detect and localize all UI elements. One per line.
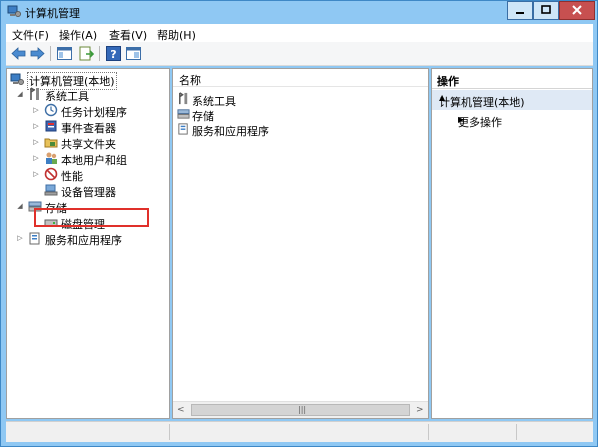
- close-button[interactable]: [559, 1, 595, 20]
- column-header-name[interactable]: 名称: [173, 69, 428, 87]
- performance-icon: [44, 167, 58, 181]
- expand-icon[interactable]: ▷: [16, 234, 24, 242]
- expand-icon[interactable]: ▷: [32, 138, 40, 146]
- show-hide-action-pane-icon[interactable]: [125, 45, 142, 62]
- shared-folder-icon: [44, 138, 58, 148]
- tree-item-local-users[interactable]: ▷ 本地用户和组: [32, 151, 164, 167]
- scroll-thumb[interactable]: |||: [191, 404, 410, 416]
- tree-item-device-manager[interactable]: 设备管理器: [44, 183, 164, 199]
- tree-item-event-viewer[interactable]: ▷ 事件查看器: [32, 119, 164, 135]
- tools-icon: [179, 92, 188, 105]
- expand-icon[interactable]: ▷: [32, 154, 40, 162]
- maximize-button[interactable]: [533, 1, 559, 20]
- tree-label: 设备管理器: [61, 186, 116, 199]
- tree-label: 性能: [61, 170, 83, 183]
- tree-label: 共享文件夹: [61, 138, 116, 151]
- tree-item-shared-folders[interactable]: ▷ 共享文件夹: [32, 135, 164, 151]
- tree-label: 本地用户和组: [61, 154, 127, 167]
- expand-icon[interactable]: ▷: [32, 106, 40, 114]
- window-title: 计算机管理: [25, 7, 80, 20]
- computer-management-icon: [10, 73, 24, 85]
- services-icon: [29, 232, 40, 245]
- computer-management-window: 计算机管理 文件(F) 操作(A) 查看(V) 帮助(H) ? 计算机管理(本地…: [0, 0, 598, 447]
- collapse-icon[interactable]: ◢: [16, 202, 24, 210]
- forward-icon[interactable]: [29, 45, 46, 62]
- console-tree: 计算机管理(本地) ◢ 系统工具 ▷ 任务计划程序 ▷ 事件查看器 ▷ 共享文件…: [6, 68, 170, 419]
- users-icon: [46, 152, 57, 164]
- actions-section-computer-management[interactable]: 计算机管理(本地) ▲: [432, 90, 592, 110]
- export-list-icon[interactable]: [78, 45, 95, 62]
- title-bar[interactable]: 计算机管理: [1, 1, 597, 23]
- show-hide-console-tree-icon[interactable]: [56, 45, 73, 62]
- scroll-left-icon[interactable]: <: [177, 405, 187, 415]
- submenu-arrow-icon: ▶: [458, 115, 465, 124]
- highlight-box: [34, 208, 149, 227]
- results-list: 名称 系统工具 存储 服务和应用程序 < ||| >: [172, 68, 429, 419]
- computer-management-icon: [7, 5, 21, 17]
- menu-action[interactable]: 操作(A): [59, 27, 97, 43]
- device-manager-icon: [44, 184, 58, 196]
- horizontal-scrollbar[interactable]: < ||| >: [173, 401, 428, 418]
- tools-icon: [30, 87, 39, 100]
- back-icon[interactable]: [10, 45, 27, 62]
- svg-text:?: ?: [110, 48, 116, 61]
- help-icon[interactable]: ?: [105, 45, 122, 62]
- status-bar: [6, 421, 593, 442]
- clock-icon: [44, 103, 58, 117]
- menu-bar: 文件(F) 操作(A) 查看(V) 帮助(H): [6, 24, 593, 42]
- tree-label: 任务计划程序: [61, 106, 127, 119]
- toolbar: ?: [6, 42, 593, 66]
- list-item-storage[interactable]: 存储: [177, 107, 417, 123]
- minimize-button[interactable]: [507, 1, 533, 20]
- tree-item-system-tools[interactable]: ◢ 系统工具: [16, 87, 164, 103]
- actions-pane: 操作 计算机管理(本地) ▲ 更多操作 ▶: [431, 68, 593, 419]
- expand-icon[interactable]: ▷: [32, 122, 40, 130]
- collapse-icon[interactable]: ◢: [16, 90, 24, 98]
- tree-label: 服务和应用程序: [45, 234, 122, 247]
- close-icon: [572, 5, 582, 15]
- menu-help[interactable]: 帮助(H): [157, 27, 196, 43]
- menu-view[interactable]: 查看(V): [109, 27, 147, 43]
- list-item-label: 服务和应用程序: [192, 125, 269, 138]
- tree-item-task-scheduler[interactable]: ▷ 任务计划程序: [32, 103, 164, 119]
- scroll-right-icon[interactable]: >: [416, 405, 426, 415]
- services-icon: [178, 123, 188, 135]
- tree-item-root[interactable]: 计算机管理(本地): [10, 72, 165, 90]
- menu-file[interactable]: 文件(F): [12, 27, 49, 43]
- tree-item-services[interactable]: ▷ 服务和应用程序: [16, 231, 164, 247]
- expand-icon[interactable]: ▷: [32, 170, 40, 178]
- tree-label: 系统工具: [45, 90, 89, 103]
- list-item-system-tools[interactable]: 系统工具: [177, 92, 417, 108]
- list-item-services[interactable]: 服务和应用程序: [177, 122, 417, 138]
- collapse-up-icon[interactable]: ▲: [439, 93, 584, 102]
- storage-icon: [177, 109, 190, 119]
- actions-header: 操作: [432, 69, 592, 89]
- more-actions-item[interactable]: 更多操作 ▶: [432, 112, 592, 130]
- tree-label: 事件查看器: [61, 122, 116, 135]
- tree-item-performance[interactable]: ▷ 性能: [32, 167, 164, 183]
- event-viewer-icon: [45, 120, 57, 132]
